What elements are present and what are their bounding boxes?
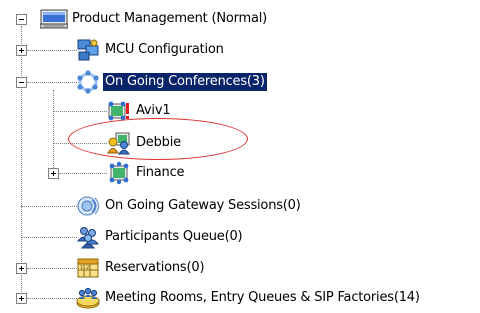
tree-connector: [27, 268, 77, 269]
tree-connector: [27, 82, 77, 83]
tree-connector: [21, 206, 77, 207]
tree-connector: [59, 173, 107, 174]
tree-connector: [53, 111, 107, 112]
tree-node-reservations[interactable]: 1 2 Reservations(0): [76, 256, 206, 280]
gateway-icon: [76, 194, 100, 218]
tree-node-gateway-sessions[interactable]: On Going Gateway Sessions(0): [76, 194, 303, 218]
collapse-root-toggle[interactable]: [16, 14, 27, 25]
tree-node-conference-aviv1[interactable]: Aviv1: [107, 99, 172, 123]
tree-node-product-management[interactable]: Product Management (Normal): [40, 7, 269, 31]
tree-guide-line: [21, 26, 22, 298]
tree-node-label: On Going Gateway Sessions(0): [105, 198, 301, 213]
tree-node-participants-queue[interactable]: Participants Queue(0): [76, 225, 244, 249]
conference-icon: [107, 161, 131, 185]
tree-node-ongoing-conferences[interactable]: On Going Conferences(3): [76, 70, 268, 94]
tree-node-label: Product Management (Normal): [72, 11, 268, 26]
tree-guide-line: [53, 90, 54, 174]
tree-connector: [27, 50, 77, 51]
product-management-tree: Product Management (Normal) MCU Configur…: [0, 0, 480, 313]
tree-node-conference-debbie[interactable]: Debbie: [107, 131, 183, 155]
svg-text:2: 2: [86, 265, 89, 271]
tree-node-meeting-rooms[interactable]: Meeting Rooms, Entry Queues & SIP Factor…: [76, 286, 422, 310]
participants-queue-icon: [76, 225, 100, 249]
tree-node-label: Aviv1: [136, 103, 171, 118]
collapse-ongoing-conferences-toggle[interactable]: [16, 77, 27, 88]
tree-node-label: Meeting Rooms, Entry Queues & SIP Factor…: [105, 290, 420, 305]
tree-node-label: On Going Conferences(3): [102, 72, 268, 92]
conference-alert-icon: [107, 99, 131, 123]
expand-reservations-toggle[interactable]: [16, 263, 27, 274]
monitor-server-icon: [40, 7, 68, 31]
svg-text:1: 1: [80, 265, 83, 271]
configuration-icon: [76, 38, 100, 62]
expand-mcu-configuration-toggle[interactable]: [16, 45, 27, 56]
tree-node-label: MCU Configuration: [105, 42, 224, 57]
meeting-rooms-icon: [76, 286, 100, 310]
conference-ring-icon: [76, 70, 100, 94]
tree-node-mcu-configuration[interactable]: MCU Configuration: [76, 38, 226, 62]
tree-node-label: Reservations(0): [105, 260, 205, 275]
tree-connector: [21, 237, 77, 238]
tree-node-label: Finance: [136, 165, 185, 180]
expand-meeting-rooms-toggle[interactable]: [16, 293, 27, 304]
tree-connector: [53, 143, 107, 144]
tree-node-conference-finance[interactable]: Finance: [107, 161, 186, 185]
tree-node-label: Debbie: [136, 135, 181, 150]
conference-participants-icon: [107, 131, 131, 155]
tree-connector: [27, 298, 77, 299]
expand-finance-toggle[interactable]: [48, 168, 59, 179]
calendar-icon: 1 2: [76, 256, 100, 280]
tree-node-label: Participants Queue(0): [105, 229, 243, 244]
